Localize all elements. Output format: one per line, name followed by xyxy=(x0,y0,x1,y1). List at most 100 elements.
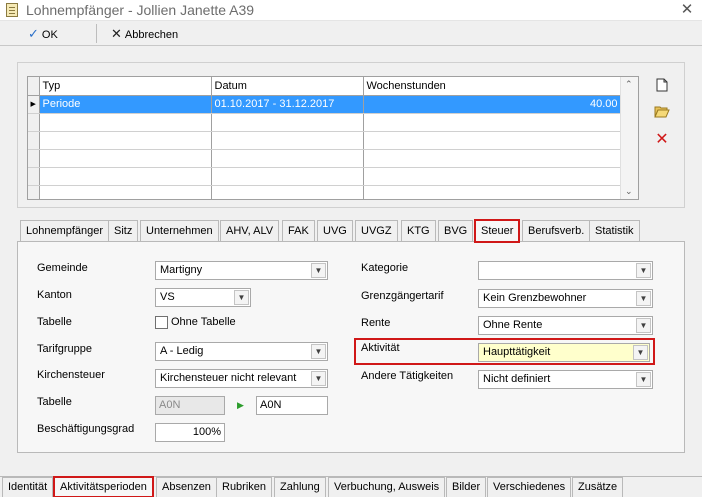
ohne-tabelle-checkbox[interactable] xyxy=(155,316,168,329)
tarifgruppe-value: A - Ledig xyxy=(160,345,204,357)
cell-datum[interactable]: 01.10.2017 - 31.12.2017 xyxy=(211,95,364,114)
table-row[interactable]: ▶ Periode 01.10.2017 - 31.12.2017 40.00 xyxy=(28,95,622,114)
tab-rubriken[interactable]: Rubriken xyxy=(216,477,273,497)
tab-ahv-alv[interactable]: AHV, ALV xyxy=(220,220,280,242)
kirchensteuer-select[interactable]: Kirchensteuer nicht relevant ▼ xyxy=(155,369,328,388)
arrow-right-icon: ▶ xyxy=(237,400,244,410)
beschaeftigungsgrad-input[interactable]: 100% xyxy=(155,423,225,442)
grid-header: Typ Datum Wochenstunden xyxy=(28,77,622,96)
andere-taetigkeiten-select[interactable]: Nicht definiert ▼ xyxy=(478,370,653,389)
grenzgaengertarif-label: Grenzgängertarif xyxy=(361,290,444,302)
kirchensteuer-value: Kirchensteuer nicht relevant xyxy=(160,372,297,384)
tabelle-code-field: A0N xyxy=(155,396,225,415)
kirchensteuer-label: Kirchensteuer xyxy=(37,369,105,381)
tab-verbuchung-ausweis[interactable]: Verbuchung, Ausweis xyxy=(328,477,446,497)
open-folder-icon[interactable] xyxy=(653,105,671,123)
chevron-down-icon[interactable]: ▼ xyxy=(636,372,651,387)
chevron-down-icon[interactable]: ▼ xyxy=(636,291,651,306)
rente-value: Ohne Rente xyxy=(483,319,543,331)
grid-scrollbar[interactable]: ⌃ ⌄ xyxy=(620,77,638,199)
tarifgruppe-label: Tarifgruppe xyxy=(37,343,93,355)
tab-verschiedenes[interactable]: Verschiedenes xyxy=(487,477,572,497)
cell-wochenstunden[interactable]: 40.00 xyxy=(363,95,622,114)
beschaeftigungsgrad-label: Beschäftigungsgrad xyxy=(37,423,135,435)
chevron-down-icon[interactable]: ▼ xyxy=(311,371,326,386)
tab-bilder[interactable]: Bilder xyxy=(446,477,487,497)
table-row-empty xyxy=(28,113,622,132)
chevron-down-icon[interactable]: ▼ xyxy=(234,290,249,305)
new-document-icon[interactable] xyxy=(653,78,671,96)
gemeinde-label: Gemeinde xyxy=(37,262,88,274)
tab-statistik[interactable]: Statistik xyxy=(589,220,640,242)
cancel-label: Abbrechen xyxy=(124,29,179,41)
kategorie-label: Kategorie xyxy=(361,262,409,274)
grenzgaengertarif-select[interactable]: Kein Grenzbewohner ▼ xyxy=(478,289,653,308)
row-pointer-icon: ▶ xyxy=(28,95,40,114)
gemeinde-value: Martigny xyxy=(160,264,203,276)
checkmark-icon: ✓ xyxy=(28,26,39,41)
tarifgruppe-select[interactable]: A - Ledig ▼ xyxy=(155,342,328,361)
chevron-down-icon[interactable]: ▼ xyxy=(633,345,648,360)
kanton-label: Kanton xyxy=(37,289,72,301)
kategorie-select[interactable]: ▼ xyxy=(478,261,653,280)
tabelle-label: Tabelle xyxy=(37,396,72,408)
cancel-button[interactable]: ✕ Abbrechen xyxy=(111,24,178,43)
kanton-select[interactable]: VS ▼ xyxy=(155,288,251,307)
table-row-empty xyxy=(28,149,622,168)
toolbar: ✓ OK ✕ Abbrechen xyxy=(0,21,702,46)
delete-icon[interactable]: ✕ xyxy=(653,131,671,149)
tab-lohnempfaenger[interactable]: Lohnempfänger xyxy=(20,220,110,242)
tabelle-code-input[interactable]: A0N xyxy=(256,396,328,415)
table-row-empty xyxy=(28,167,622,186)
title-bar: Lohnempfänger - Jollien Janette A39 ✕ xyxy=(0,0,702,21)
chevron-down-icon[interactable]: ▼ xyxy=(636,318,651,333)
tab-berufsverb[interactable]: Berufsverb. xyxy=(522,220,591,242)
row-indicator-header xyxy=(28,77,40,96)
aktivitaet-select[interactable]: Haupttätigkeit ▼ xyxy=(478,343,650,362)
table-row-empty xyxy=(28,131,622,150)
tab-zusaetze[interactable]: Zusätze xyxy=(572,477,624,497)
ok-button[interactable]: ✓ OK xyxy=(28,24,58,43)
tab-unternehmen[interactable]: Unternehmen xyxy=(140,220,219,242)
close-window-button[interactable]: ✕ xyxy=(672,0,702,20)
andere-taetigkeiten-label: Andere Tätigkeiten xyxy=(361,370,454,382)
column-header-typ[interactable]: Typ xyxy=(39,77,212,96)
chevron-down-icon[interactable]: ▼ xyxy=(636,263,651,278)
bottom-tab-strip: Identität Aktivitätsperioden Absenzen Ru… xyxy=(0,476,702,497)
andere-taetigkeiten-value: Nicht definiert xyxy=(483,373,551,385)
periods-grid[interactable]: Typ Datum Wochenstunden ▶ Periode 01.10.… xyxy=(27,76,639,200)
ohne-tabelle-label: Ohne Tabelle xyxy=(171,316,236,328)
scroll-up-icon[interactable]: ⌃ xyxy=(625,79,633,90)
rente-label: Rente xyxy=(361,317,391,329)
grenzgaengertarif-value: Kein Grenzbewohner xyxy=(483,292,587,304)
chevron-down-icon[interactable]: ▼ xyxy=(311,344,326,359)
aktivitaet-value: Haupttätigkeit xyxy=(483,346,551,358)
tab-ktg[interactable]: KTG xyxy=(401,220,436,242)
tab-bvg[interactable]: BVG xyxy=(438,220,474,242)
app-document-icon xyxy=(6,3,18,17)
ok-label: OK xyxy=(41,29,58,41)
chevron-down-icon[interactable]: ▼ xyxy=(311,263,326,278)
tab-aktivitaetsperioden[interactable]: Aktivitätsperioden xyxy=(53,476,154,497)
tab-absenzen[interactable]: Absenzen xyxy=(156,477,217,497)
tab-uvgz[interactable]: UVGZ xyxy=(355,220,398,242)
tab-zahlung[interactable]: Zahlung xyxy=(274,477,326,497)
tab-identitaet[interactable]: Identität xyxy=(2,477,54,497)
tab-sitz[interactable]: Sitz xyxy=(108,220,139,242)
x-icon: ✕ xyxy=(111,26,122,41)
tab-fak[interactable]: FAK xyxy=(282,220,315,242)
tab-steuer[interactable]: Steuer xyxy=(473,219,521,243)
window-title: Lohnempfänger - Jollien Janette A39 xyxy=(26,2,255,18)
gemeinde-select[interactable]: Martigny ▼ xyxy=(155,261,328,280)
cell-typ[interactable]: Periode xyxy=(39,95,212,114)
column-header-wochenstunden[interactable]: Wochenstunden xyxy=(363,77,622,96)
kanton-value: VS xyxy=(160,291,175,303)
scroll-down-icon[interactable]: ⌄ xyxy=(625,186,633,197)
table-row-empty xyxy=(28,185,622,199)
rente-select[interactable]: Ohne Rente ▼ xyxy=(478,316,653,335)
tab-uvg[interactable]: UVG xyxy=(317,220,353,242)
tabelle-checkbox-label: Tabelle xyxy=(37,316,72,328)
column-header-datum[interactable]: Datum xyxy=(211,77,364,96)
aktivitaet-label: Aktivität xyxy=(361,342,400,354)
toolbar-separator xyxy=(96,24,97,43)
